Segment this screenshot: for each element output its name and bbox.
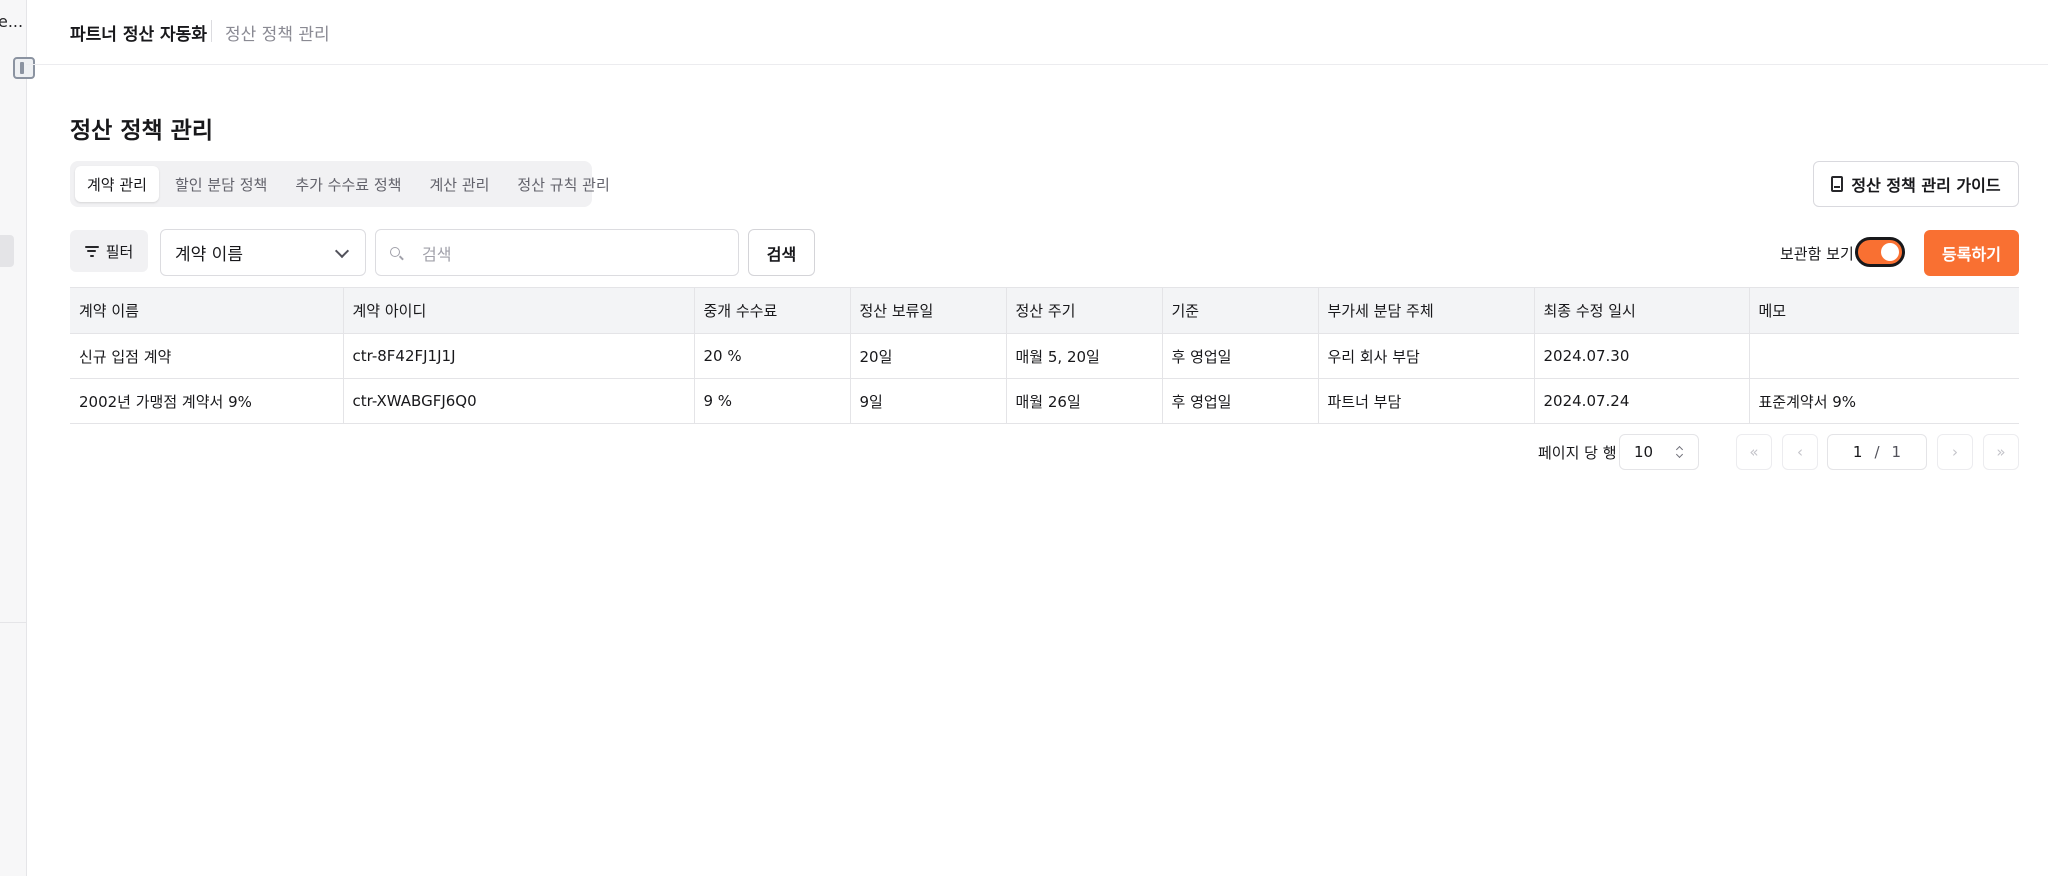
cell-last-modified: 2024.07.24 (1534, 378, 1750, 424)
next-page-button[interactable]: › (1937, 434, 1973, 470)
guide-button-label: 정산 정책 관리 가이드 (1851, 176, 2001, 195)
cell-contract-id: ctr-8F42FJ1J1J (343, 333, 695, 379)
tab-bar: 계약 관리 할인 분담 정책 추가 수수료 정책 계산 관리 정산 규칙 관리 (70, 161, 610, 207)
column-header-vat-bearer[interactable]: 부가세 분담 주체 (1318, 287, 1535, 334)
sidebar-divider (0, 622, 26, 623)
filter-button[interactable]: 필터 (70, 230, 148, 272)
double-chevron-left-icon: « (1749, 443, 1759, 461)
column-header-hold-days[interactable]: 정산 보류일 (850, 287, 1007, 334)
cell-vat-bearer: 파트너 부담 (1318, 378, 1535, 424)
top-bar: 파트너 정산 자동화 정산 정책 관리 (26, 0, 2048, 65)
double-chevron-right-icon: » (1996, 443, 2006, 461)
guide-button[interactable]: 정산 정책 관리 가이드 (1813, 161, 2019, 207)
breadcrumb-app[interactable]: 파트너 정산 자동화 (70, 20, 207, 45)
sidebar-active-item[interactable] (0, 235, 14, 267)
search-icon (390, 247, 400, 257)
sidebar: e... (0, 0, 35, 876)
cell-cycle: 매월 26일 (1006, 378, 1163, 424)
tab-calculation[interactable]: 계산 관리 (417, 166, 501, 202)
archive-toggle-switch[interactable] (1855, 237, 1905, 267)
filter-icon (84, 245, 99, 257)
tab-discount-share[interactable]: 할인 분담 정책 (163, 166, 279, 202)
cell-basis: 후 영업일 (1162, 333, 1319, 379)
column-header-contract-name[interactable]: 계약 이름 (70, 287, 344, 334)
cell-cycle: 매월 5, 20일 (1006, 333, 1163, 379)
cell-hold-days: 20일 (850, 333, 1007, 379)
cell-hold-days: 9일 (850, 378, 1007, 424)
table-header-row: 계약 이름 계약 아이디 중개 수수료 정산 보류일 정산 주기 기준 부가세 … (70, 287, 2019, 334)
column-header-contract-id[interactable]: 계약 아이디 (343, 287, 695, 334)
table-row[interactable]: 2002년 가맹점 계약서 9% ctr-XWABGFJ6Q0 9 % 9일 매… (70, 378, 2019, 424)
rows-per-page-value: 10 (1634, 443, 1654, 461)
chevron-down-icon (334, 243, 350, 259)
cell-memo (1749, 334, 2019, 379)
first-page-button[interactable]: « (1736, 434, 1772, 470)
tab-contracts[interactable]: 계약 관리 (75, 166, 159, 202)
search-field-select-value: 계약 이름 (175, 245, 243, 265)
cell-vat-bearer: 우리 회사 부담 (1318, 333, 1535, 379)
table-row[interactable]: 신규 입점 계약 ctr-8F42FJ1J1J 20 % 20일 매월 5, 2… (70, 333, 2019, 379)
column-header-basis[interactable]: 기준 (1162, 287, 1319, 334)
column-header-commission[interactable]: 중개 수수료 (694, 287, 851, 334)
breadcrumb-current: 정산 정책 관리 (225, 25, 330, 45)
rows-per-page-select[interactable]: 10 (1619, 434, 1699, 470)
tab-settlement-rules[interactable]: 정산 규칙 관리 (505, 166, 621, 202)
search-button[interactable]: 검색 (748, 229, 815, 276)
contracts-table: 계약 이름 계약 아이디 중개 수수료 정산 보류일 정산 주기 기준 부가세 … (70, 287, 2019, 424)
cell-contract-name: 2002년 가맹점 계약서 9% (70, 378, 344, 424)
search-input[interactable] (420, 240, 724, 268)
chevron-updown-icon (1676, 445, 1684, 459)
column-header-cycle[interactable]: 정산 주기 (1006, 287, 1163, 334)
chevron-right-icon: › (1952, 443, 1958, 461)
page-indicator[interactable]: 1 / 1 (1827, 434, 1927, 470)
page-separator: / (1874, 443, 1880, 461)
cell-commission: 20 % (694, 333, 851, 379)
cell-contract-name: 신규 입점 계약 (70, 333, 344, 379)
cell-commission: 9 % (694, 378, 851, 424)
column-header-last-modified[interactable]: 최종 수정 일시 (1534, 287, 1750, 334)
page-title: 정산 정책 관리 (70, 118, 213, 144)
breadcrumb-separator (211, 20, 212, 42)
search-box (375, 229, 739, 276)
prev-page-button[interactable]: ‹ (1782, 434, 1818, 470)
tab-extra-fee[interactable]: 추가 수수료 정책 (283, 166, 413, 202)
cell-contract-id: ctr-XWABGFJ6Q0 (343, 378, 695, 424)
sidebar-clipped-text: e... (0, 12, 24, 31)
column-header-memo[interactable]: 메모 (1749, 288, 2019, 334)
total-pages: 1 (1891, 443, 1902, 461)
current-page: 1 (1852, 443, 1863, 461)
cell-last-modified: 2024.07.30 (1534, 333, 1750, 379)
book-icon (1831, 176, 1844, 192)
cell-basis: 후 영업일 (1162, 378, 1319, 424)
last-page-button[interactable]: » (1983, 434, 2019, 470)
cell-memo: 표준계약서 9% (1758, 392, 1857, 411)
rows-per-page-label: 페이지 당 행 (1538, 444, 1617, 462)
search-field-select[interactable]: 계약 이름 (160, 229, 366, 276)
register-button[interactable]: 등록하기 (1924, 230, 2019, 276)
archive-toggle-label: 보관함 보기 (1780, 245, 1854, 263)
filter-button-label: 필터 (105, 242, 134, 261)
chevron-left-icon: ‹ (1797, 443, 1803, 461)
